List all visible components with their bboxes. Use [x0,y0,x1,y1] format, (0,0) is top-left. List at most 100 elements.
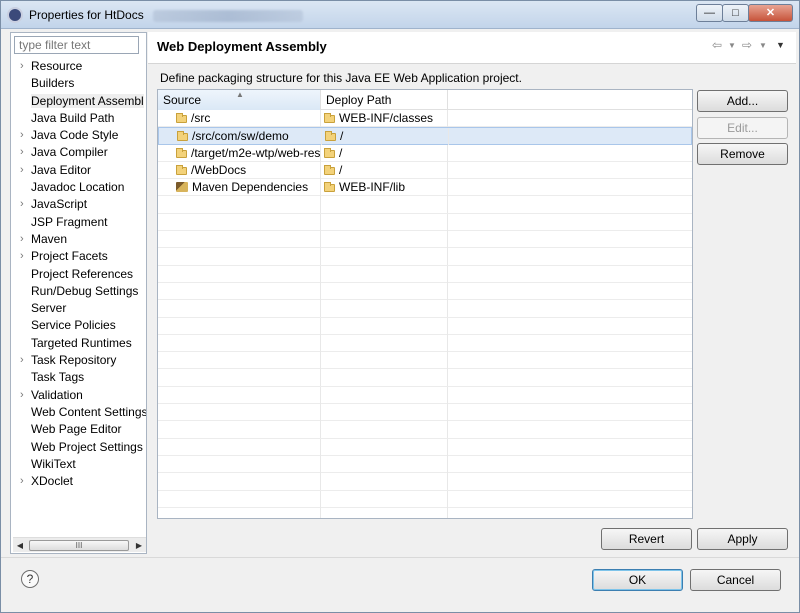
filler-cell [448,145,692,162]
tree-item-javascript[interactable]: › JavaScript [11,196,146,213]
folder-icon [324,147,335,158]
filler-cell [448,404,692,421]
expand-arrow-icon[interactable]: › [20,387,29,404]
tree-item-label: Maven [31,231,68,246]
tree-item-label: Service Policies [31,318,116,333]
column-header-source[interactable]: ▲ Source [158,90,321,110]
source-cell [158,196,321,214]
expand-arrow-icon[interactable]: › [20,58,29,75]
blurred-url [153,10,303,22]
forward-arrow-icon[interactable]: ⇨ [742,38,752,52]
tree-item-task-repository[interactable]: › Task Repository [11,352,146,369]
tree-item-deployment-assembl[interactable]: Deployment Assembl [11,93,146,110]
deploy-path-cell: / [322,128,449,146]
scroll-left-arrow-icon[interactable]: ◀ [13,538,27,553]
expand-arrow-icon[interactable]: › [20,248,29,265]
empty-table-row [158,334,692,353]
filler-cell [448,266,692,283]
tree-item-server[interactable]: Server [11,300,146,317]
tree-horizontal-scrollbar[interactable]: ◀ III ▶ [13,537,146,552]
source-cell: /src/com/sw/demo [159,128,322,146]
scroll-right-arrow-icon[interactable]: ▶ [132,538,146,553]
tree-item-validation[interactable]: › Validation [11,387,146,404]
source-text: /src [191,111,211,125]
cancel-button[interactable]: Cancel [690,569,781,591]
expand-arrow-icon[interactable]: › [20,144,29,161]
empty-table-row [158,369,692,387]
deploy-path-cell [321,369,448,387]
tree-item-label: Targeted Runtimes [31,335,132,350]
filler-cell [448,456,692,473]
source-cell: /target/m2e-wtp/web-res [158,144,321,162]
empty-table-row [158,317,692,335]
filter-input[interactable] [14,36,139,54]
table-row[interactable]: /src/com/sw/demo / [158,127,692,146]
edit-button[interactable]: Edit... [697,117,788,139]
add-button[interactable]: Add... [697,90,788,112]
deploy-path-cell: / [321,161,448,179]
tree-item-web-content-settings[interactable]: Web Content Settings [11,404,146,421]
tree-item-targeted-runtimes[interactable]: Targeted Runtimes [11,335,146,352]
tree-item-java-editor[interactable]: › Java Editor [11,162,146,179]
tree-item-project-facets[interactable]: › Project Facets [11,248,146,265]
column-header-filler [448,90,692,110]
tree-item-task-tags[interactable]: Task Tags [11,369,146,386]
expand-arrow-icon[interactable]: › [20,231,29,248]
filler-cell [448,421,692,438]
filler-cell [448,283,692,300]
table-row[interactable]: /WebDocs / [158,161,692,180]
tree-item-web-project-settings[interactable]: Web Project Settings [11,439,146,456]
apply-button[interactable]: Apply [697,528,788,550]
deploy-path-cell [321,473,448,491]
empty-table-row [158,196,692,214]
tree-item-web-page-editor[interactable]: Web Page Editor [11,421,146,438]
close-button[interactable]: ✕ [748,4,793,22]
tree-item-jsp-fragment[interactable]: JSP Fragment [11,214,146,231]
back-dropdown-icon[interactable]: ▼ [728,41,736,50]
ok-button[interactable]: OK [592,569,683,591]
expand-arrow-icon[interactable]: › [20,196,29,213]
deploy-path-cell [321,231,448,249]
tree-item-javadoc-location[interactable]: Javadoc Location [11,179,146,196]
table-row[interactable]: /target/m2e-wtp/web-res / [158,144,692,162]
forward-dropdown-icon[interactable]: ▼ [759,41,767,50]
tree-item-run-debug-settings[interactable]: Run/Debug Settings [11,283,146,300]
revert-button[interactable]: Revert [601,528,692,550]
view-menu-icon[interactable]: ▼ [776,40,785,50]
tree-item-java-compiler[interactable]: › Java Compiler [11,144,146,161]
source-cell [158,473,321,491]
tree-item-project-references[interactable]: Project References [11,266,146,283]
help-icon[interactable]: ? [21,570,39,588]
tree-item-resource[interactable]: › Resource [11,58,146,75]
table-row[interactable]: /src WEB-INF/classes [158,110,692,128]
source-cell [158,300,321,318]
tree-item-service-policies[interactable]: Service Policies [11,317,146,334]
expand-arrow-icon[interactable]: › [20,473,29,490]
deploy-path-cell [321,352,448,370]
tree-item-java-build-path[interactable]: Java Build Path [11,110,146,127]
expand-arrow-icon[interactable]: › [20,352,29,369]
back-arrow-icon[interactable]: ⇦ [712,38,722,52]
tree-item-builders[interactable]: Builders [11,75,146,92]
expand-arrow-icon[interactable]: › [20,127,29,144]
folder-icon [324,182,335,193]
expand-arrow-icon[interactable]: › [20,162,29,179]
empty-table-row [158,386,692,405]
tree-item-wikitext[interactable]: WikiText [11,456,146,473]
maximize-button[interactable]: □ [722,4,749,22]
scroll-thumb[interactable]: III [29,540,129,551]
remove-button[interactable]: Remove [697,143,788,165]
filler-cell [448,508,692,518]
tree-item-label: JavaScript [31,197,88,212]
window-title: Properties for HtDocs [29,8,144,22]
tree-item-label: Web Project Settings [31,439,143,454]
column-header-deploy-path[interactable]: Deploy Path [321,90,448,110]
minimize-button[interactable]: — [696,4,723,22]
tree-item-maven[interactable]: › Maven [11,231,146,248]
source-cell [158,404,321,422]
table-row[interactable]: Maven Dependencies WEB-INF/lib [158,179,692,197]
title-bar[interactable]: Properties for HtDocs — □ ✕ [1,1,799,29]
tree-item-java-code-style[interactable]: › Java Code Style [11,127,146,144]
tree-item-xdoclet[interactable]: › XDoclet [11,473,146,490]
tree-item-label: Web Content Settings [31,404,146,419]
